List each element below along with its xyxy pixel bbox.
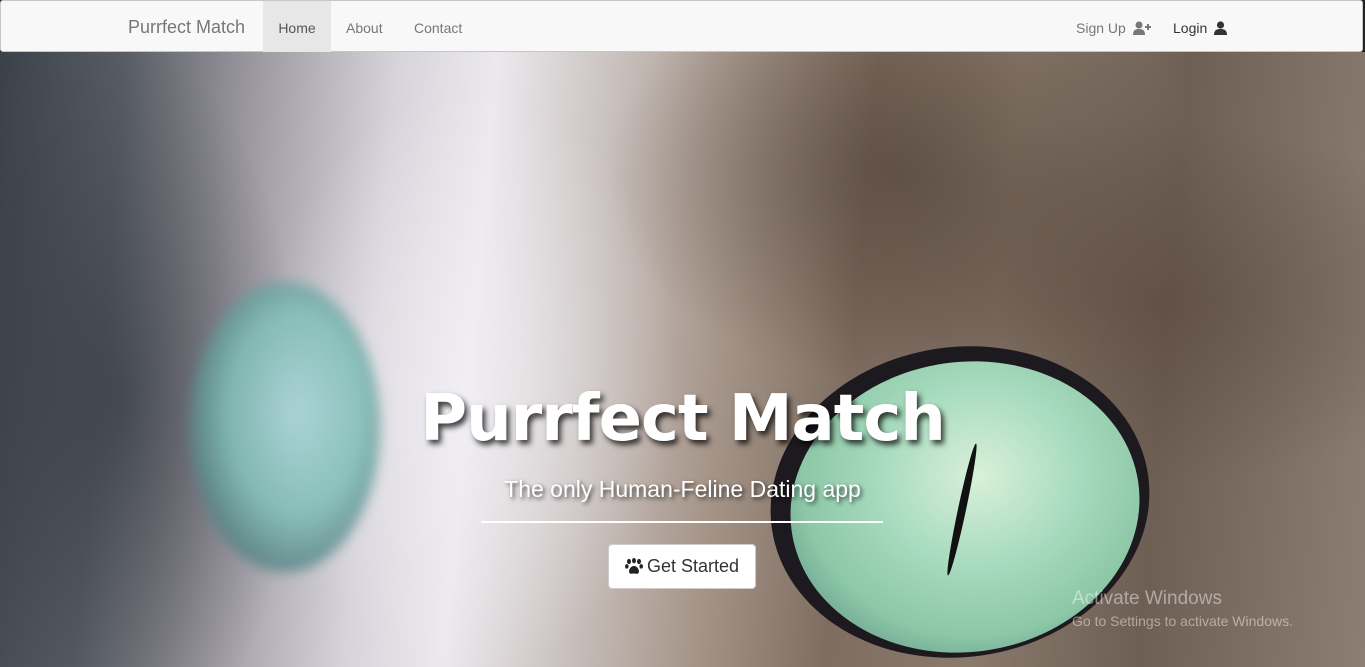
activate-windows-title: Activate Windows [1072,588,1222,609]
activate-windows-subtitle: Go to Settings to activate Windows. [1072,613,1293,629]
nav-home[interactable]: Home [263,1,331,53]
hero-title: Purrfect Match [420,382,946,456]
navbar: Purrfect Match Home About Contact Sign U… [0,0,1363,53]
login-link[interactable]: Login [1173,1,1228,53]
hero-divider [481,521,883,523]
brand-link[interactable]: Purrfect Match [128,1,245,53]
login-label: Login [1173,20,1208,36]
user-icon [1214,21,1228,35]
nav-about[interactable]: About [346,1,383,53]
user-plus-icon [1132,21,1151,35]
get-started-button[interactable]: Get Started [608,544,756,589]
get-started-label: Get Started [646,556,740,576]
hero-subtitle: The only Human-Feline Dating app [504,476,861,502]
nav-contact[interactable]: Contact [414,1,462,53]
paw-icon [624,558,643,574]
signup-link[interactable]: Sign Up [1076,1,1151,53]
signup-label: Sign Up [1076,20,1126,36]
